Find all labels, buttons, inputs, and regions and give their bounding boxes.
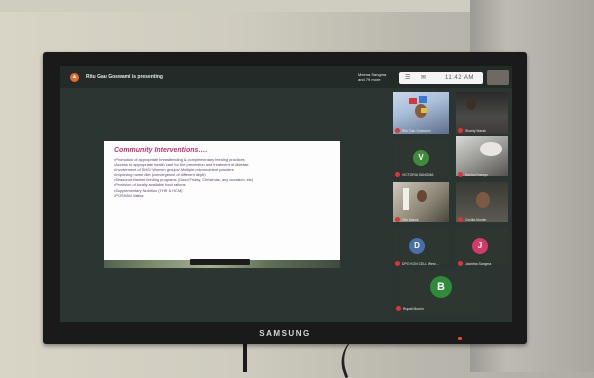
participant-avatar: B xyxy=(430,276,452,298)
mic-muted-icon xyxy=(458,172,463,177)
participant-name: Cecilia Momin xyxy=(465,218,487,222)
participant-name: DPO KGN CELL West ... xyxy=(402,262,440,266)
mic-muted-icon xyxy=(395,172,400,177)
participant-avatar: D xyxy=(409,238,425,254)
participant-avatar: V xyxy=(413,150,429,166)
people-icon[interactable]: ☰ xyxy=(405,74,410,81)
participant-tile[interactable]: D xyxy=(393,228,449,264)
participant-name: Sacha Kharsyn xyxy=(465,173,488,177)
wall-decor xyxy=(419,96,427,103)
wall-decor xyxy=(409,98,417,104)
presentation-stage: Community Interventions…. Promotion of a… xyxy=(60,88,390,322)
mic-muted-icon xyxy=(458,128,463,133)
meeting-controls-box: ☰ ✉ 11:42 AM xyxy=(399,72,483,84)
participant-face xyxy=(480,142,502,156)
participant-avatar: J xyxy=(472,238,488,254)
mic-muted-icon xyxy=(395,128,400,133)
participant-name: Ritu Gau Goswami xyxy=(402,129,431,133)
participant-face xyxy=(476,192,490,208)
participant-face xyxy=(466,98,476,110)
slide-title: Community Interventions…. xyxy=(114,147,208,154)
participant-tile[interactable] xyxy=(393,182,449,222)
tv-brand-label: SAMSUNG xyxy=(259,329,311,338)
meeting-top-bar: ▲ Ritu Gau Goswami is presenting Meena S… xyxy=(60,66,512,88)
clock-time: 11:42 AM xyxy=(445,75,474,81)
presenting-label: Ritu Gau Goswami is presenting xyxy=(86,74,163,80)
participant-name: Shanty Marak xyxy=(465,129,486,133)
participant-face xyxy=(417,190,427,202)
slide-bullet: POSHAN Vatika xyxy=(114,193,336,199)
participant-tile[interactable]: J xyxy=(456,228,508,264)
presenting-icon: ▲ xyxy=(70,73,79,82)
mic-muted-icon xyxy=(395,217,400,222)
participant-name: Jacintha Sangma xyxy=(465,262,492,266)
video-call-screen: ▲ Ritu Gau Goswami is presenting Meena S… xyxy=(60,66,512,322)
participant-tile[interactable] xyxy=(456,182,508,222)
window-glare xyxy=(403,188,409,210)
chat-icon[interactable]: ✉ xyxy=(421,74,426,81)
self-view-thumbnail[interactable] xyxy=(487,70,509,85)
participant-name: Gini Marak xyxy=(402,218,419,222)
slide: Community Interventions…. Promotion of a… xyxy=(104,141,340,260)
participant-tile[interactable]: V xyxy=(393,140,449,176)
speaker-more: and 79 more xyxy=(358,77,381,82)
participant-tile[interactable] xyxy=(456,136,508,176)
slideshow-controls[interactable] xyxy=(190,259,250,265)
participant-tile[interactable] xyxy=(393,92,449,134)
mic-muted-icon xyxy=(458,217,463,222)
mic-muted-icon xyxy=(458,261,463,266)
power-led xyxy=(458,337,462,340)
slide-bullet-list: Promotion of appropriate breastfeeding &… xyxy=(114,157,336,199)
participant-name: VICTORIA SANGMA xyxy=(402,173,434,177)
participant-name: Rupali Momin xyxy=(403,307,424,311)
active-speakers-label: Meena Sangma and 79 more xyxy=(358,72,386,82)
participant-tile[interactable] xyxy=(456,92,508,134)
slide-bullet: Supplementary Nutrition (THR & HCM) xyxy=(114,188,336,194)
mic-muted-icon xyxy=(396,306,401,311)
wall-decor xyxy=(421,108,427,113)
mic-muted-icon xyxy=(395,261,400,266)
